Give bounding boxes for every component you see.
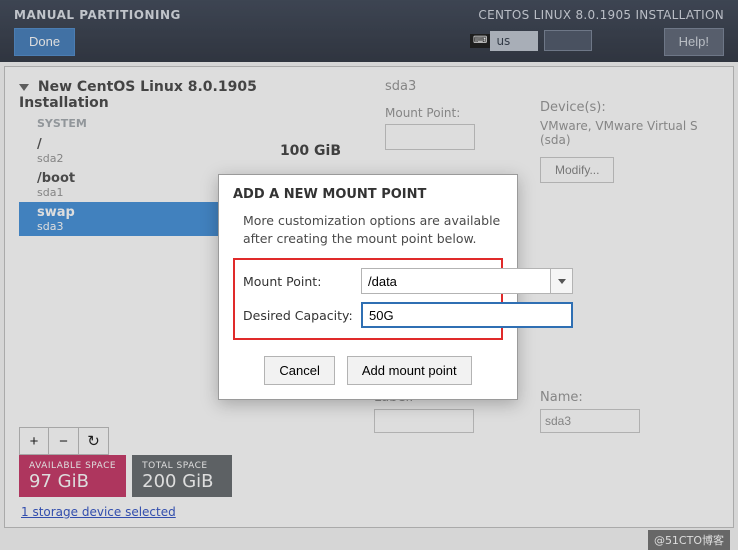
add-mount-point-dialog: ADD A NEW MOUNT POINT More customization… <box>218 174 518 400</box>
install-title-right: CENTOS LINUX 8.0.1905 INSTALLATION <box>478 8 724 22</box>
mount-point-dropdown-button[interactable] <box>551 268 573 294</box>
devices-label: Device(s): <box>540 100 710 115</box>
partition-device: sda2 <box>37 152 63 165</box>
partition-device: sda1 <box>37 186 75 199</box>
expand-icon[interactable] <box>19 84 29 91</box>
chevron-down-icon <box>558 279 566 284</box>
partition-size: 100 GiB <box>280 143 341 159</box>
install-heading: New CentOS Linux 8.0.1905 Installation <box>19 79 257 111</box>
section-system-label: SYSTEM <box>37 117 351 130</box>
dialog-capacity-label: Desired Capacity: <box>243 308 355 323</box>
keyboard-icon: ⌨ <box>470 34 490 48</box>
total-space-box: TOTAL SPACE 200 GiB <box>132 455 232 497</box>
storage-devices-link[interactable]: 1 storage device selected <box>21 505 176 519</box>
add-mount-point-button[interactable]: Add mount point <box>347 356 472 385</box>
mount-point-field <box>385 124 475 150</box>
done-button[interactable]: Done <box>14 28 75 56</box>
keyboard-layout[interactable]: us <box>490 31 538 51</box>
selected-device-title: sda3 <box>385 79 713 94</box>
dialog-mount-label: Mount Point: <box>243 274 355 289</box>
remove-button[interactable]: − <box>49 427 79 455</box>
lang-extra-slot[interactable] <box>544 30 592 51</box>
device-description: VMware, VMware Virtual S (sda) <box>540 119 710 147</box>
partition-device: sda3 <box>37 220 75 233</box>
help-button[interactable]: Help! <box>664 28 724 56</box>
reload-button[interactable]: ↻ <box>79 427 109 455</box>
name-field-label: Name: <box>540 390 710 405</box>
dialog-description: More customization options are available… <box>243 212 503 248</box>
available-space-box: AVAILABLE SPACE 97 GiB <box>19 455 126 497</box>
name-input[interactable] <box>540 409 640 433</box>
mount-point-input[interactable] <box>361 268 551 294</box>
partition-mount: /boot <box>37 171 75 186</box>
label-input[interactable] <box>374 409 474 433</box>
desired-capacity-input[interactable] <box>361 302 573 328</box>
modify-button[interactable]: Modify... <box>540 157 614 183</box>
partition-row-root[interactable]: / sda2 100 GiB <box>19 134 351 168</box>
partition-mount: / <box>37 137 63 152</box>
cancel-button[interactable]: Cancel <box>264 356 334 385</box>
watermark: @51CTO博客 <box>648 530 730 550</box>
add-button[interactable]: + <box>19 427 49 455</box>
dialog-title: ADD A NEW MOUNT POINT <box>233 187 503 202</box>
page-title: MANUAL PARTITIONING <box>14 8 181 22</box>
partition-mount: swap <box>37 205 75 220</box>
